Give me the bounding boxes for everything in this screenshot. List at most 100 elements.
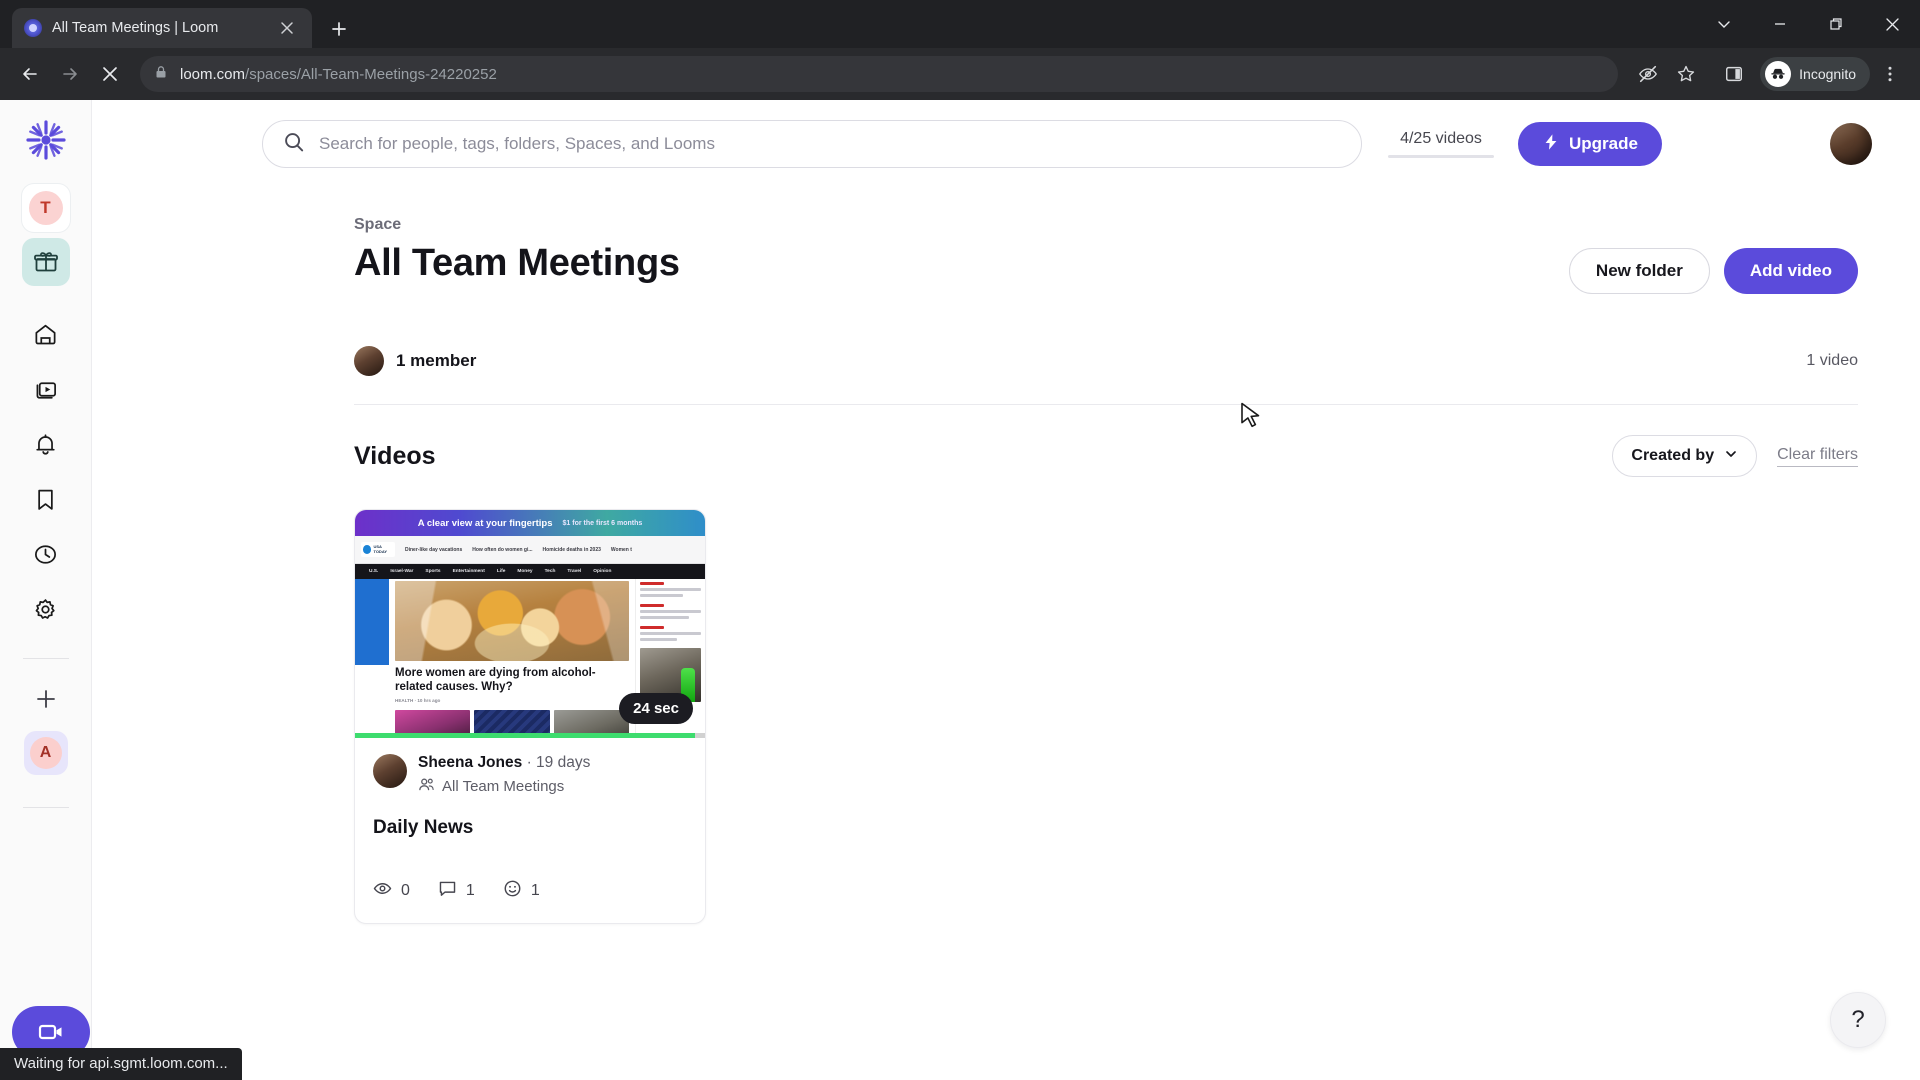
workspace-switcher[interactable]: T (21, 184, 70, 232)
url-domain: loom.com (180, 65, 246, 83)
nav-item-0: U.S. (369, 569, 379, 574)
video-quota: 4/25 videos (1388, 130, 1494, 158)
kebab-menu-icon[interactable] (1872, 56, 1908, 92)
browser-tab[interactable]: All Team Meetings | Loom (12, 8, 312, 48)
video-count: 1 video (1806, 352, 1858, 369)
quota-progress-bar (1388, 155, 1494, 158)
stop-loading-button[interactable] (92, 56, 128, 92)
window-controls (1696, 0, 1920, 48)
eye-icon (373, 879, 392, 903)
tab-strip: All Team Meetings | Loom (0, 0, 1920, 48)
help-button[interactable]: ? (1830, 992, 1886, 1048)
app-sidebar: T A (0, 100, 92, 1080)
comment-icon (438, 879, 457, 903)
incognito-icon (1765, 61, 1792, 87)
close-tab-icon[interactable] (274, 15, 300, 41)
eye-off-icon[interactable] (1630, 56, 1666, 92)
video-author-row: Sheena Jones · 19 days All Team Meetings (373, 754, 687, 797)
video-space-line[interactable]: All Team Meetings (418, 776, 590, 797)
videos-heading: Videos (354, 441, 436, 470)
promo-sub-text: $1 for the first 6 months (562, 519, 643, 527)
views-count: 0 (401, 882, 410, 899)
thumbnail-article: More women are dying from alcohol-relate… (389, 579, 635, 738)
promo-main-text: A clear view at your fingertips (417, 517, 553, 529)
add-video-button[interactable]: Add video (1723, 248, 1858, 294)
created-by-filter[interactable]: Created by (1612, 435, 1758, 477)
video-age: 19 days (536, 754, 591, 771)
url-path: /spaces/All-Team-Meetings-24220252 (245, 65, 497, 83)
page-title: All Team Meetings (354, 242, 680, 284)
video-thumbnail[interactable]: A clear view at your fingertips $1 for t… (355, 510, 705, 738)
site-name: USA TODAY (373, 544, 388, 554)
profile-label: Incognito (1799, 66, 1856, 82)
videos-grid: A clear view at your fingertips $1 for t… (354, 509, 1858, 924)
sidebar-item-history[interactable] (22, 530, 70, 578)
forward-button[interactable] (52, 56, 88, 92)
account-avatar[interactable]: A (23, 731, 68, 775)
thumbnail-ad-rail (355, 579, 389, 665)
new-folder-button[interactable]: New folder (1568, 248, 1710, 294)
loom-favicon-icon (24, 19, 42, 37)
status-bar: Waiting for api.sgmt.loom.com... (0, 1048, 242, 1080)
member-count[interactable]: 1 member (396, 351, 476, 371)
nav-item-1: Israel-War (390, 569, 414, 574)
sidebar-item-home[interactable] (22, 310, 70, 358)
star-icon[interactable] (1668, 56, 1704, 92)
teaser-2: How often do women gi... (472, 546, 533, 553)
loom-logo-icon[interactable] (24, 118, 68, 162)
search-icon (283, 131, 305, 158)
account-initial: A (29, 737, 62, 769)
close-window-button[interactable] (1864, 0, 1920, 48)
sidebar-item-bookmarks[interactable] (22, 475, 70, 523)
section-divider (354, 404, 1858, 405)
minimize-button[interactable] (1752, 0, 1808, 48)
sidebar-item-settings[interactable] (22, 585, 70, 633)
main-content: 4/25 videos Upgrade Space All Team Meeti… (92, 100, 1920, 1080)
nav-item-4: Life (496, 569, 506, 574)
nav-item-6: Tech (544, 569, 556, 574)
space-content: Space All Team Meetings New folder Add v… (92, 188, 1920, 924)
video-author-line: Sheena Jones · 19 days (418, 754, 590, 772)
video-title[interactable]: Daily News (373, 817, 687, 839)
new-tab-button[interactable] (326, 16, 352, 42)
back-button[interactable] (12, 56, 48, 92)
upgrade-button[interactable]: Upgrade (1518, 122, 1662, 166)
lightning-bolt-icon (1542, 133, 1560, 156)
nav-item-2: Sports (425, 569, 441, 574)
search-bar[interactable] (262, 120, 1362, 168)
author-avatar[interactable] (373, 754, 407, 788)
avatar[interactable] (1830, 123, 1872, 165)
sidebar-divider-bottom (22, 807, 69, 808)
videos-section-header: Videos Created by Clear filters (354, 435, 1858, 477)
maximize-button[interactable] (1808, 0, 1864, 48)
lock-icon (154, 65, 168, 84)
address-bar[interactable]: loom.com/spaces/All-Team-Meetings-242202… (140, 56, 1619, 92)
upgrade-label: Upgrade (1569, 134, 1638, 153)
gift-icon[interactable] (21, 238, 70, 286)
views-stat: 0 (373, 879, 410, 903)
usa-today-logo-icon: USA TODAY (361, 542, 395, 557)
nav-item-8: Opinion (593, 569, 612, 574)
app-topbar: 4/25 videos Upgrade (92, 100, 1920, 188)
toolbar-icons: Incognito (1630, 56, 1908, 92)
nav-item-3: Entertainment (452, 569, 485, 574)
thumbnail-progress-strip (355, 733, 705, 738)
add-item-button[interactable] (24, 677, 68, 721)
tab-search-chevron-icon[interactable] (1696, 0, 1752, 48)
quota-label: 4/25 videos (1400, 130, 1482, 147)
thumbnail-site-header: USA TODAY Diner-like day vacations How o… (355, 536, 705, 564)
nav-item-7: Travel (567, 569, 582, 574)
profile-chip[interactable]: Incognito (1760, 57, 1870, 91)
search-input[interactable] (319, 134, 1341, 154)
filter-controls: Created by Clear filters (1612, 435, 1858, 477)
reactions-stat: 1 (503, 879, 540, 903)
side-panel-icon[interactable] (1716, 56, 1752, 92)
clear-filters-link[interactable]: Clear filters (1777, 446, 1858, 467)
sidebar-item-notifications[interactable] (22, 420, 70, 468)
member-avatar[interactable] (354, 346, 384, 376)
browser-window: All Team Meetings | Loom loom.com/spaces… (0, 0, 1920, 1080)
breadcrumb: Space (354, 216, 402, 233)
teaser-3: Homicide deaths in 2023 (542, 546, 601, 553)
sidebar-item-library[interactable] (22, 365, 70, 413)
video-card[interactable]: A clear view at your fingertips $1 for t… (354, 509, 706, 924)
